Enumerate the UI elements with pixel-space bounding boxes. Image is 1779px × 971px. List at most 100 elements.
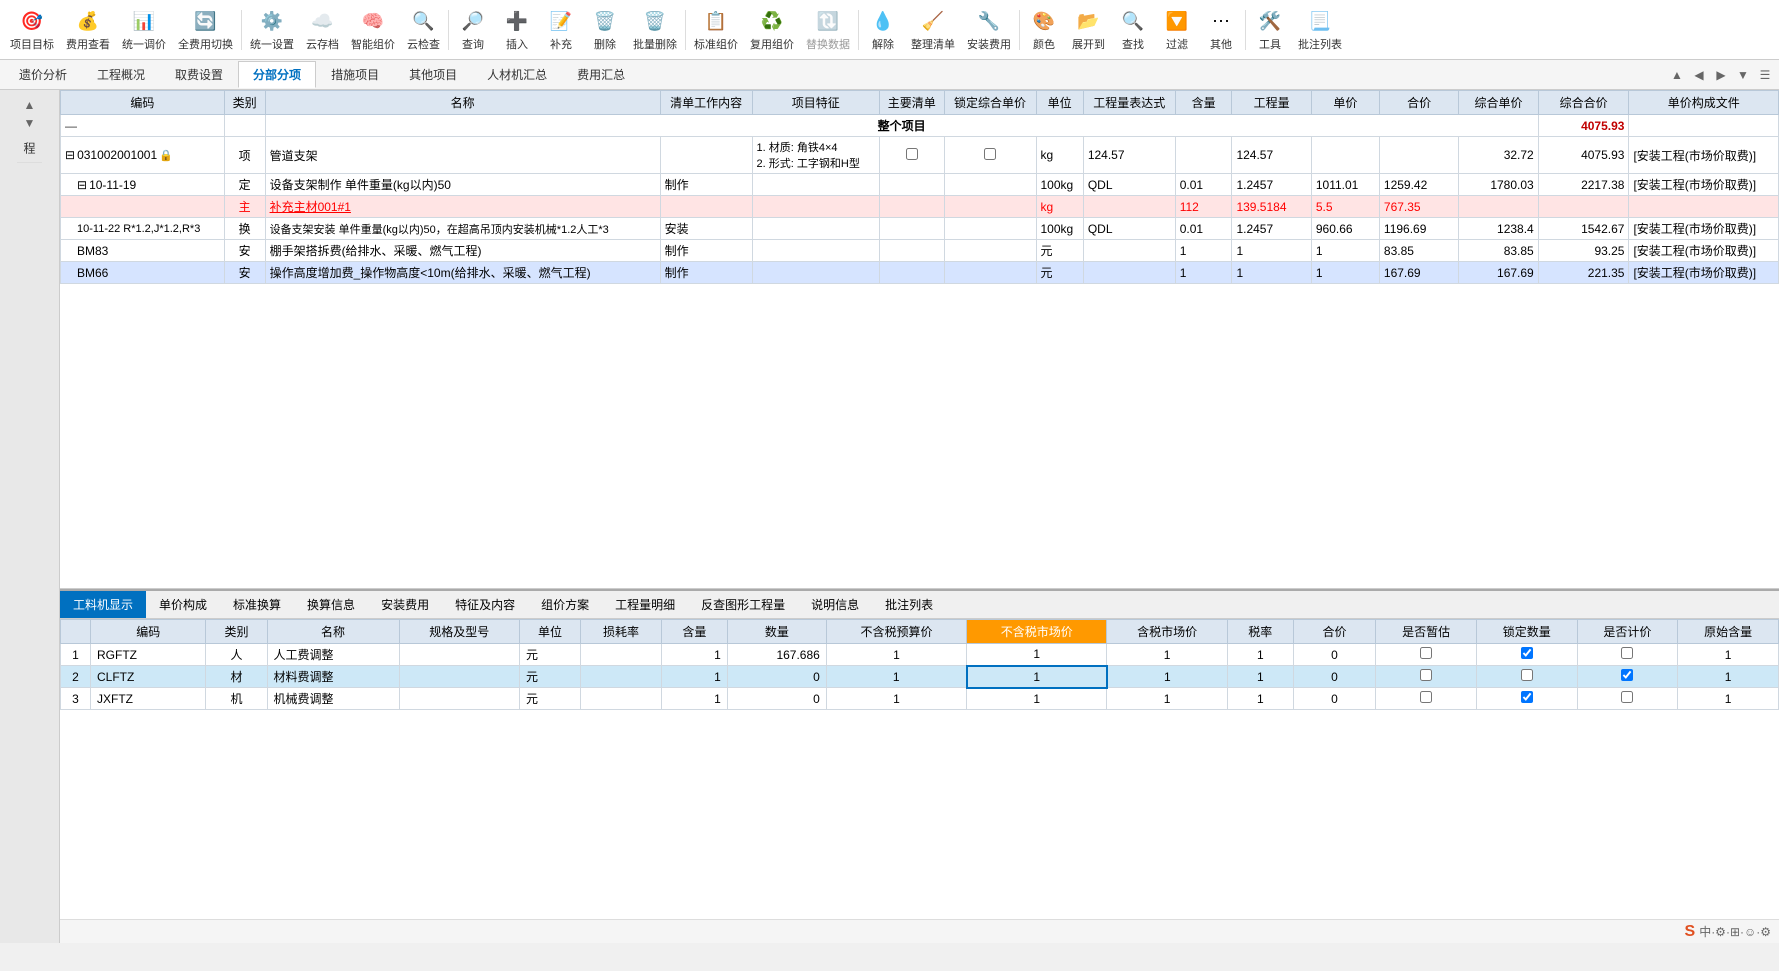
nav-down-arrow[interactable]: ▼ [1733, 65, 1753, 85]
tab-materials-summary[interactable]: 人材机汇总 [472, 61, 562, 88]
toolbar-cloud-store[interactable]: ☁️ 云存档 [300, 5, 345, 54]
tab-fee-summary[interactable]: 费用汇总 [562, 61, 640, 88]
row-name: 整个项目 [265, 115, 1538, 137]
toolbar-expand[interactable]: 📂 展开到 [1066, 5, 1111, 54]
row-content: 1 [1175, 240, 1232, 262]
toolbar-standard-group[interactable]: 📋 标准组价 [688, 5, 744, 54]
tab-other-items[interactable]: 其他项目 [394, 61, 472, 88]
estimate-checkbox[interactable] [1420, 647, 1432, 659]
bottom-content[interactable]: 编码 类别 名称 规格及型号 单位 损耗率 含量 数量 不含税预算价 不含税市场… [60, 619, 1779, 919]
table-row[interactable]: BM66 安 操作高度增加费_操作物高度<10m(给排水、采暖、燃气工程) 制作… [61, 262, 1779, 284]
toolbar-unified-adjust[interactable]: 📊 统一调价 [116, 5, 172, 54]
bottom-tab-description[interactable]: 说明信息 [798, 591, 872, 618]
toolbar-tools[interactable]: 🛠️ 工具 [1248, 5, 1292, 54]
bottom-tab-install-fee[interactable]: 安装费用 [368, 591, 442, 618]
row-code: 10-11-22 R*1.2,J*1.2,R*3 [61, 218, 225, 240]
row-spec [399, 688, 519, 710]
toolbar-clean-list[interactable]: 🧹 整理清单 [905, 5, 961, 54]
lock-price-checkbox[interactable] [984, 148, 996, 160]
lock-qty-checkbox[interactable] [1521, 647, 1533, 659]
sidebar-nav-up[interactable]: ▲ [24, 98, 36, 112]
bottom-tab-qty-detail[interactable]: 工程量明细 [602, 591, 688, 618]
table-row[interactable]: ⊟10-11-19 定 设备支架制作 单件重量(kg以内)50 制作 100kg… [61, 174, 1779, 196]
toolbar-smart-group[interactable]: 🧠 智能组价 [345, 5, 401, 54]
toolbar-fee-check[interactable]: 💰 费用查看 [60, 5, 116, 54]
estimate-checkbox[interactable] [1420, 669, 1432, 681]
sep2 [448, 10, 449, 50]
toolbar-insert[interactable]: ➕ 插入 [495, 5, 539, 54]
replace-data-label: 替换数据 [806, 36, 850, 52]
bottom-tab-unit-composition[interactable]: 单价构成 [146, 591, 220, 618]
row-main-list[interactable] [879, 137, 944, 174]
row-lock-price[interactable] [944, 137, 1036, 174]
toolbar-unified-settings[interactable]: ⚙️ 统一设置 [244, 5, 300, 54]
query-icon: 🔎 [459, 7, 487, 35]
bottom-tab-features-content[interactable]: 特征及内容 [442, 591, 528, 618]
nav-menu-arrow[interactable]: ☰ [1755, 65, 1775, 85]
toolbar-project-target[interactable]: 🎯 项目目标 [4, 5, 60, 54]
toolbar-color[interactable]: 🎨 颜色 [1022, 5, 1066, 54]
toolbar-delete[interactable]: 🗑️ 删除 [583, 5, 627, 54]
row-qty: 1 [1232, 262, 1311, 284]
sidebar-item-project[interactable]: 程 [17, 134, 42, 163]
bottom-tab-standard-conversion[interactable]: 标准换算 [220, 591, 294, 618]
row-lock-qty[interactable] [1476, 688, 1577, 710]
table-row[interactable]: ⊟031002001001🔒 项 管道支架 1. 材质: 角铁4×4 2. 形式… [61, 137, 1779, 174]
tab-section-items[interactable]: 分部分项 [238, 61, 316, 88]
toolbar-query[interactable]: 🔎 查询 [451, 5, 495, 54]
table-row[interactable]: 主 补充主材001#1 kg 112 139.5184 5.5 767.35 [61, 196, 1779, 218]
tab-cost-analysis[interactable]: 遗价分析 [4, 61, 82, 88]
priced-checkbox[interactable] [1621, 669, 1633, 681]
bottom-tab-group-plan[interactable]: 组价方案 [528, 591, 602, 618]
bottom-tab-reverse-check[interactable]: 反查图形工程量 [688, 591, 798, 618]
table-row[interactable]: BM83 安 棚手架搭拆费(给排水、采暖、燃气工程) 制作 元 1 1 1 83… [61, 240, 1779, 262]
row-expand[interactable]: — [61, 115, 225, 137]
main-list-checkbox[interactable] [906, 148, 918, 160]
table-row[interactable]: 10-11-22 R*1.2,J*1.2,R*3 换 设备支架安装 单件重量(k… [61, 218, 1779, 240]
nav-left-arrow[interactable]: ◀ [1689, 65, 1709, 85]
toolbar-dissolve[interactable]: 💧 解除 [861, 5, 905, 54]
priced-checkbox[interactable] [1621, 647, 1633, 659]
bottom-tab-conversion-info[interactable]: 换算信息 [294, 591, 368, 618]
toolbar-filter[interactable]: 🔽 过滤 [1155, 5, 1199, 54]
row-market-price[interactable]: 1 [967, 666, 1107, 688]
toolbar-other[interactable]: ⋯ 其他 [1199, 5, 1243, 54]
toolbar-batch-list[interactable]: 📃 批注列表 [1292, 5, 1348, 54]
row-priced[interactable] [1577, 644, 1678, 666]
priced-checkbox[interactable] [1621, 691, 1633, 703]
bottom-tab-labor-machine[interactable]: 工料机显示 [60, 591, 146, 618]
sidebar-nav-down[interactable]: ▼ [24, 116, 36, 130]
toolbar-install-fee[interactable]: 🔧 安装费用 [961, 5, 1017, 54]
bottom-tab-annotation[interactable]: 批注列表 [872, 591, 946, 618]
col-header-qty: 工程量 [1232, 91, 1311, 115]
row-lock-qty[interactable] [1476, 644, 1577, 666]
bottom-table-row[interactable]: 1 RGFTZ 人 人工费调整 元 1 167.686 1 1 1 [61, 644, 1779, 666]
row-composite-total [1538, 196, 1629, 218]
tab-project-overview[interactable]: 工程概况 [82, 61, 160, 88]
row-estimate[interactable] [1376, 688, 1477, 710]
table-row[interactable]: — 整个项目 4075.93 [61, 115, 1779, 137]
row-priced[interactable] [1577, 666, 1678, 688]
tab-fee-settings[interactable]: 取费设置 [160, 61, 238, 88]
main-table-area[interactable]: 编码 类别 名称 清单工作内容 项目特征 主要清单 锁定综合单价 单位 工程量表… [60, 90, 1779, 589]
row-priced[interactable] [1577, 688, 1678, 710]
toolbar-batch-delete[interactable]: 🗑️ 批量删除 [627, 5, 683, 54]
toolbar-cloud-check[interactable]: 🔍 云检查 [401, 5, 446, 54]
cloud-check-icon: 🔍 [410, 7, 438, 35]
row-estimate[interactable] [1376, 644, 1477, 666]
lock-qty-checkbox[interactable] [1521, 669, 1533, 681]
tab-measures[interactable]: 措施项目 [316, 61, 394, 88]
lock-qty-checkbox[interactable] [1521, 691, 1533, 703]
bottom-table-row[interactable]: 2 CLFTZ 材 材料费调整 元 1 0 1 1 1 1 [61, 666, 1779, 688]
bottom-table-row[interactable]: 3 JXFTZ 机 机械费调整 元 1 0 1 1 1 1 [61, 688, 1779, 710]
nav-up-arrow[interactable]: ▲ [1667, 65, 1687, 85]
toolbar-supplement[interactable]: 📝 补充 [539, 5, 583, 54]
estimate-checkbox[interactable] [1420, 691, 1432, 703]
toolbar-replace-data[interactable]: 🔃 替换数据 [800, 5, 856, 54]
row-estimate[interactable] [1376, 666, 1477, 688]
row-lock-qty[interactable] [1476, 666, 1577, 688]
nav-right-arrow[interactable]: ▶ [1711, 65, 1731, 85]
toolbar-reuse-group[interactable]: ♻️ 复用组价 [744, 5, 800, 54]
toolbar-full-fee-switch[interactable]: 🔄 全费用切换 [172, 5, 239, 54]
toolbar-search[interactable]: 🔍 查找 [1111, 5, 1155, 54]
